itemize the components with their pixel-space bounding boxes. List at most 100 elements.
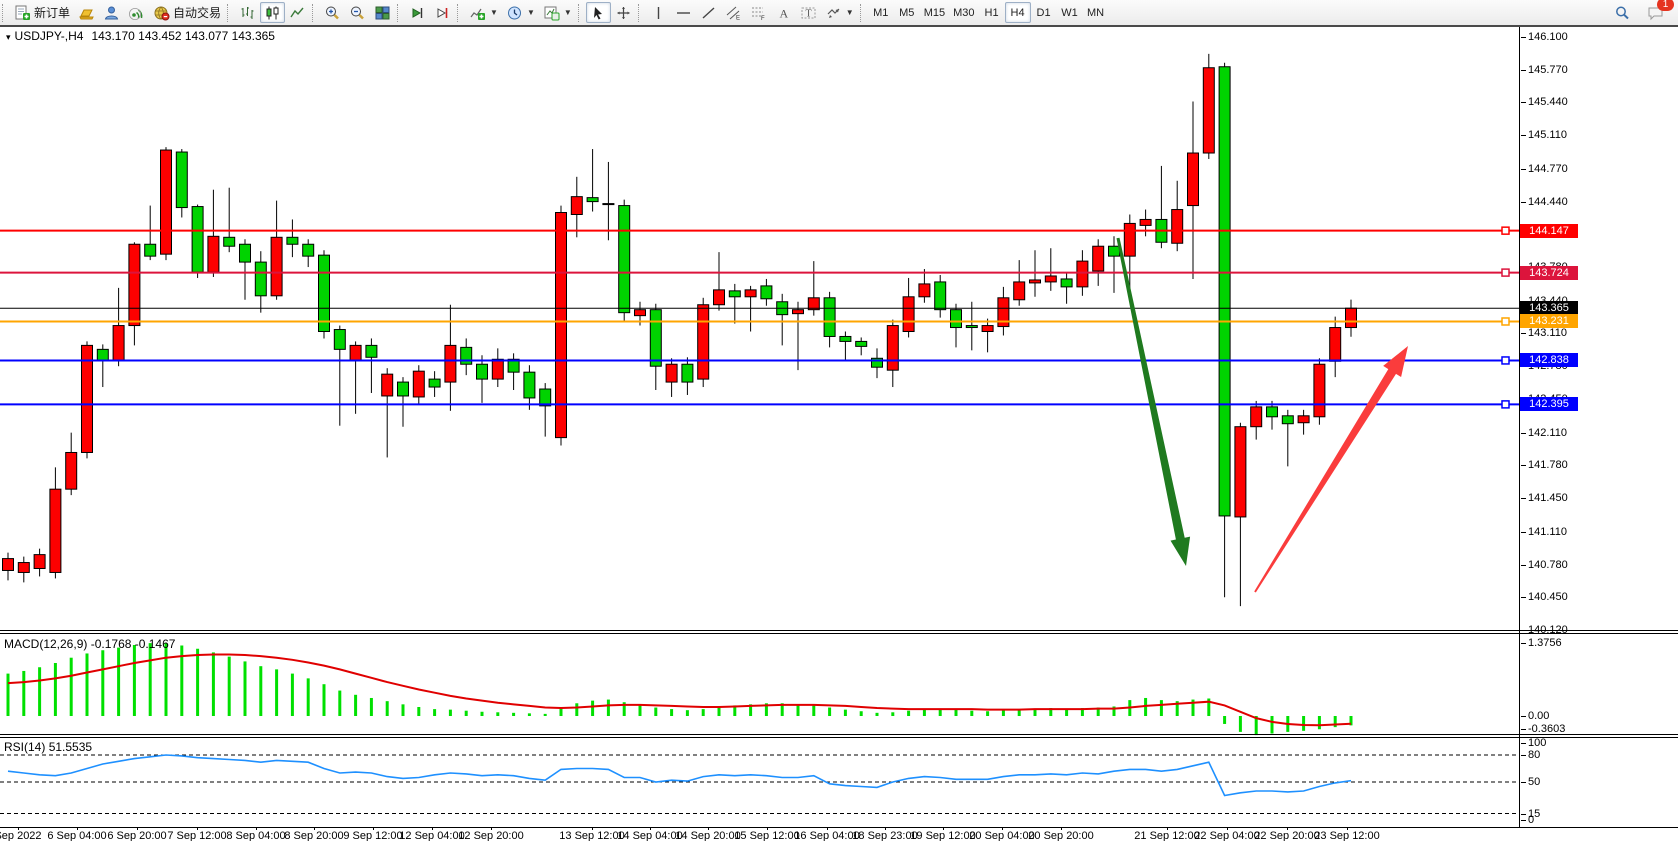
autotrading-button[interactable]: 自动交易 — [149, 2, 225, 23]
toolbar-grip[interactable] — [457, 4, 463, 22]
arrows-tool-button[interactable]: ▼ — [821, 2, 858, 23]
time-tick-label: 21 Sep 12:00 — [1134, 830, 1199, 841]
time-tick-label: 18 Sep 23:00 — [852, 830, 917, 841]
time-tick-label: 22 Sep 20:00 — [1254, 830, 1319, 841]
search-button[interactable] — [1610, 2, 1635, 23]
chart-area[interactable] — [0, 0, 1678, 841]
panel-separator[interactable] — [0, 633, 1678, 634]
zoom-in-button[interactable] — [320, 2, 345, 23]
chart-shift-icon — [434, 5, 451, 21]
toolbar-grip[interactable] — [312, 4, 318, 22]
panel-separator[interactable] — [0, 630, 1678, 631]
time-tick — [592, 827, 593, 830]
candle-body — [540, 389, 551, 406]
timeframe-W1[interactable]: W1 — [1057, 2, 1083, 23]
timeframe-M1[interactable]: M1 — [868, 2, 894, 23]
candlestick-chart-icon — [264, 5, 281, 21]
crosshair-tool-button[interactable] — [611, 2, 636, 23]
text-label-tool-button[interactable]: T — [796, 2, 821, 23]
templates-button[interactable]: ▼ — [539, 2, 576, 23]
text-tool-button[interactable]: A — [771, 2, 796, 23]
timeframe-M5[interactable]: M5 — [894, 2, 920, 23]
toolbar-grip[interactable] — [578, 4, 584, 22]
candle-body — [161, 150, 172, 254]
timeframe-M30[interactable]: M30 — [949, 2, 978, 23]
resistance-line-price-label: 143.724 — [1520, 266, 1578, 280]
line-chart-button[interactable] — [285, 2, 310, 23]
panel-separator[interactable] — [0, 734, 1678, 735]
axis-tick-label: 140.120 — [1528, 624, 1568, 636]
autotrading-globe-icon — [153, 5, 170, 21]
chart-canvas[interactable] — [0, 0, 1678, 841]
axis-tick-label: 141.450 — [1528, 492, 1568, 504]
panel-separator — [0, 827, 1678, 828]
fibonacci-tool-button[interactable]: F — [746, 2, 771, 23]
candle-body — [1298, 416, 1309, 423]
periods-button[interactable]: ▼ — [502, 2, 539, 23]
candle-body — [413, 371, 424, 397]
time-tick — [432, 827, 433, 830]
candle-body — [1267, 407, 1278, 417]
toolbar-grip[interactable] — [397, 4, 403, 22]
timeframe-H1[interactable]: H1 — [979, 2, 1005, 23]
axis-tick-label: -0.3603 — [1528, 723, 1565, 735]
cursor-tool-button[interactable] — [586, 2, 611, 23]
down-trend-arrow[interactable] — [1117, 238, 1191, 566]
window-menu-icon[interactable]: ▾ — [6, 32, 11, 42]
tile-windows-button[interactable] — [370, 2, 395, 23]
text-icon: A — [775, 5, 792, 21]
vertical-line-tool-button[interactable] — [646, 2, 671, 23]
new-order-button[interactable]: 新订单 — [10, 2, 74, 23]
timeframe-H4[interactable]: H4 — [1005, 2, 1031, 23]
time-tick-label: 13 Sep 12:00 — [559, 830, 624, 841]
tile-windows-icon — [374, 5, 391, 21]
toolbar-grip[interactable] — [2, 4, 8, 22]
candle-body — [492, 359, 503, 379]
time-tick — [314, 827, 315, 830]
trendline-tool-button[interactable] — [696, 2, 721, 23]
macd-indicator-label: MACD(12,26,9) -0.1768 -0.1467 — [4, 637, 175, 651]
time-tick-label: 14 Sep 20:00 — [675, 830, 740, 841]
candle-body — [271, 237, 282, 296]
chart-shift-button[interactable] — [430, 2, 455, 23]
timeframe-M15[interactable]: M15 — [920, 2, 949, 23]
signal-button[interactable] — [124, 2, 149, 23]
toolbar-grip[interactable] — [860, 4, 866, 22]
axis-tick-label: 0 — [1528, 814, 1534, 826]
timeframe-MN[interactable]: MN — [1083, 2, 1109, 23]
time-tick — [943, 827, 944, 830]
candle-body — [1251, 407, 1262, 427]
axis-tick-label: 146.100 — [1528, 31, 1568, 43]
time-tick — [767, 827, 768, 830]
bar-chart-button[interactable] — [235, 2, 260, 23]
candle-body — [1172, 210, 1183, 244]
arrow-shapes-icon — [825, 5, 842, 21]
zoom-in-icon — [324, 5, 341, 21]
time-tick — [1061, 827, 1062, 830]
cursor-icon — [590, 5, 607, 21]
rsi-level-lines — [0, 755, 1519, 814]
candle-body — [176, 152, 187, 208]
notifications-button[interactable]: 1 — [1643, 2, 1668, 23]
gold-button[interactable] — [74, 2, 99, 23]
auto-scroll-button[interactable] — [405, 2, 430, 23]
candle-body — [1346, 308, 1357, 327]
zoom-out-button[interactable] — [345, 2, 370, 23]
toolbar-grip[interactable] — [227, 4, 233, 22]
horizontal-line-tool-button[interactable] — [671, 2, 696, 23]
candle-body — [445, 345, 456, 382]
candle-body — [240, 244, 251, 262]
support-line-price-label: 142.838 — [1520, 353, 1578, 367]
time-tick — [1167, 827, 1168, 830]
channel-tool-button[interactable]: E — [721, 2, 746, 23]
panel-separator[interactable] — [0, 737, 1678, 738]
time-tick-label: Sep 2022 — [0, 830, 42, 841]
timeframe-D1[interactable]: D1 — [1031, 2, 1057, 23]
indicators-button[interactable]: ▼ — [465, 2, 502, 23]
toolbar-grip[interactable] — [638, 4, 644, 22]
candle-body — [192, 207, 203, 272]
candle-body — [1109, 246, 1120, 256]
account-button[interactable] — [99, 2, 124, 23]
up-trend-arrow[interactable] — [1254, 346, 1408, 593]
candlestick-chart-button[interactable] — [260, 2, 285, 23]
